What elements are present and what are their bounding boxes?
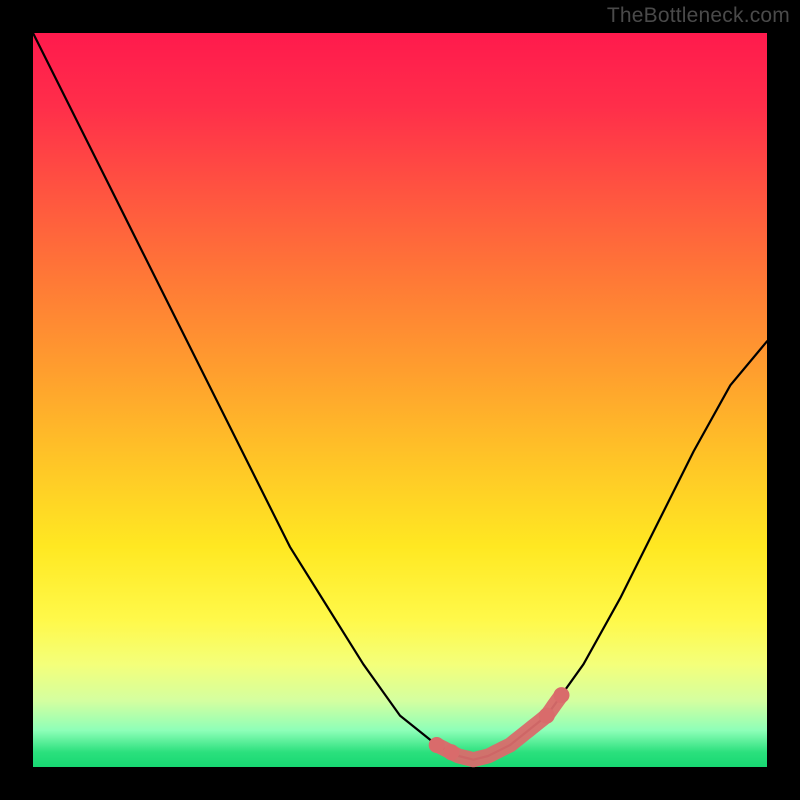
chart-frame: TheBottleneck.com xyxy=(0,0,800,800)
plot-area xyxy=(33,33,767,767)
bottleneck-curve xyxy=(33,33,767,760)
highlight-band xyxy=(429,687,570,760)
curve-svg xyxy=(33,33,767,767)
watermark-text: TheBottleneck.com xyxy=(607,4,790,28)
